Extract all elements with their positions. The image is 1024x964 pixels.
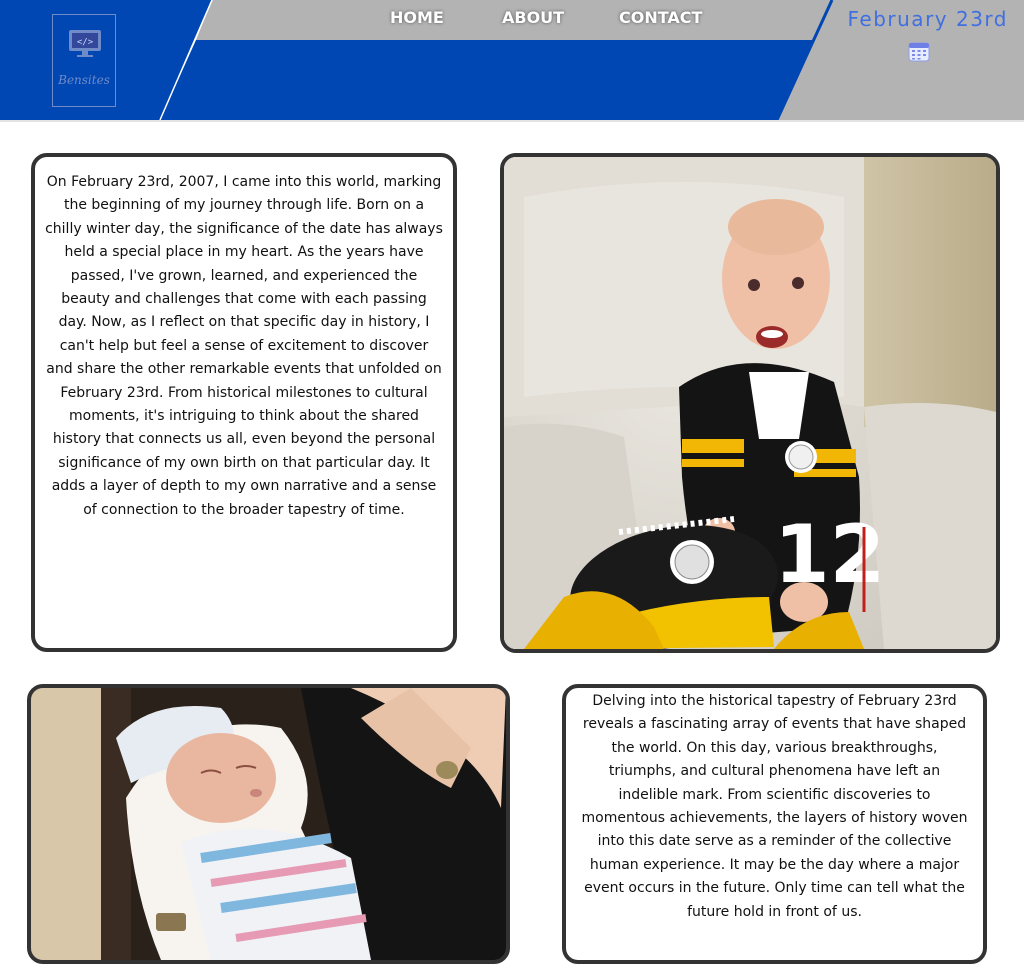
nav-about-link[interactable]: ABOUT: [502, 8, 564, 27]
svg-text:</>: </>: [77, 38, 94, 48]
header-date: February 23rd: [847, 7, 1008, 31]
intro-card: On February 23rd, 2007, I came into this…: [31, 153, 457, 652]
monitor-code-icon: </>: [69, 30, 101, 57]
nav-contact-link[interactable]: CONTACT: [619, 8, 702, 27]
nav-home-link[interactable]: HOME: [390, 8, 444, 27]
baby-jersey-photo: 12: [500, 153, 1000, 653]
newborn-photo: [27, 684, 510, 964]
site-logo[interactable]: </> Bensites: [52, 14, 116, 107]
logo-brand-text: Bensites: [58, 73, 110, 87]
history-text: Delving into the historical tapestry of …: [581, 693, 968, 920]
header-divider: [0, 120, 1024, 122]
history-card: Delving into the historical tapestry of …: [562, 684, 987, 964]
calendar-icon[interactable]: [908, 40, 930, 62]
newborn-image: [31, 688, 506, 960]
intro-text: On February 23rd, 2007, I came into this…: [45, 174, 443, 518]
site-header: </> Bensites HOME ABOUT CONTACT February…: [0, 0, 1024, 122]
baby-jersey-image: 12: [504, 157, 996, 649]
